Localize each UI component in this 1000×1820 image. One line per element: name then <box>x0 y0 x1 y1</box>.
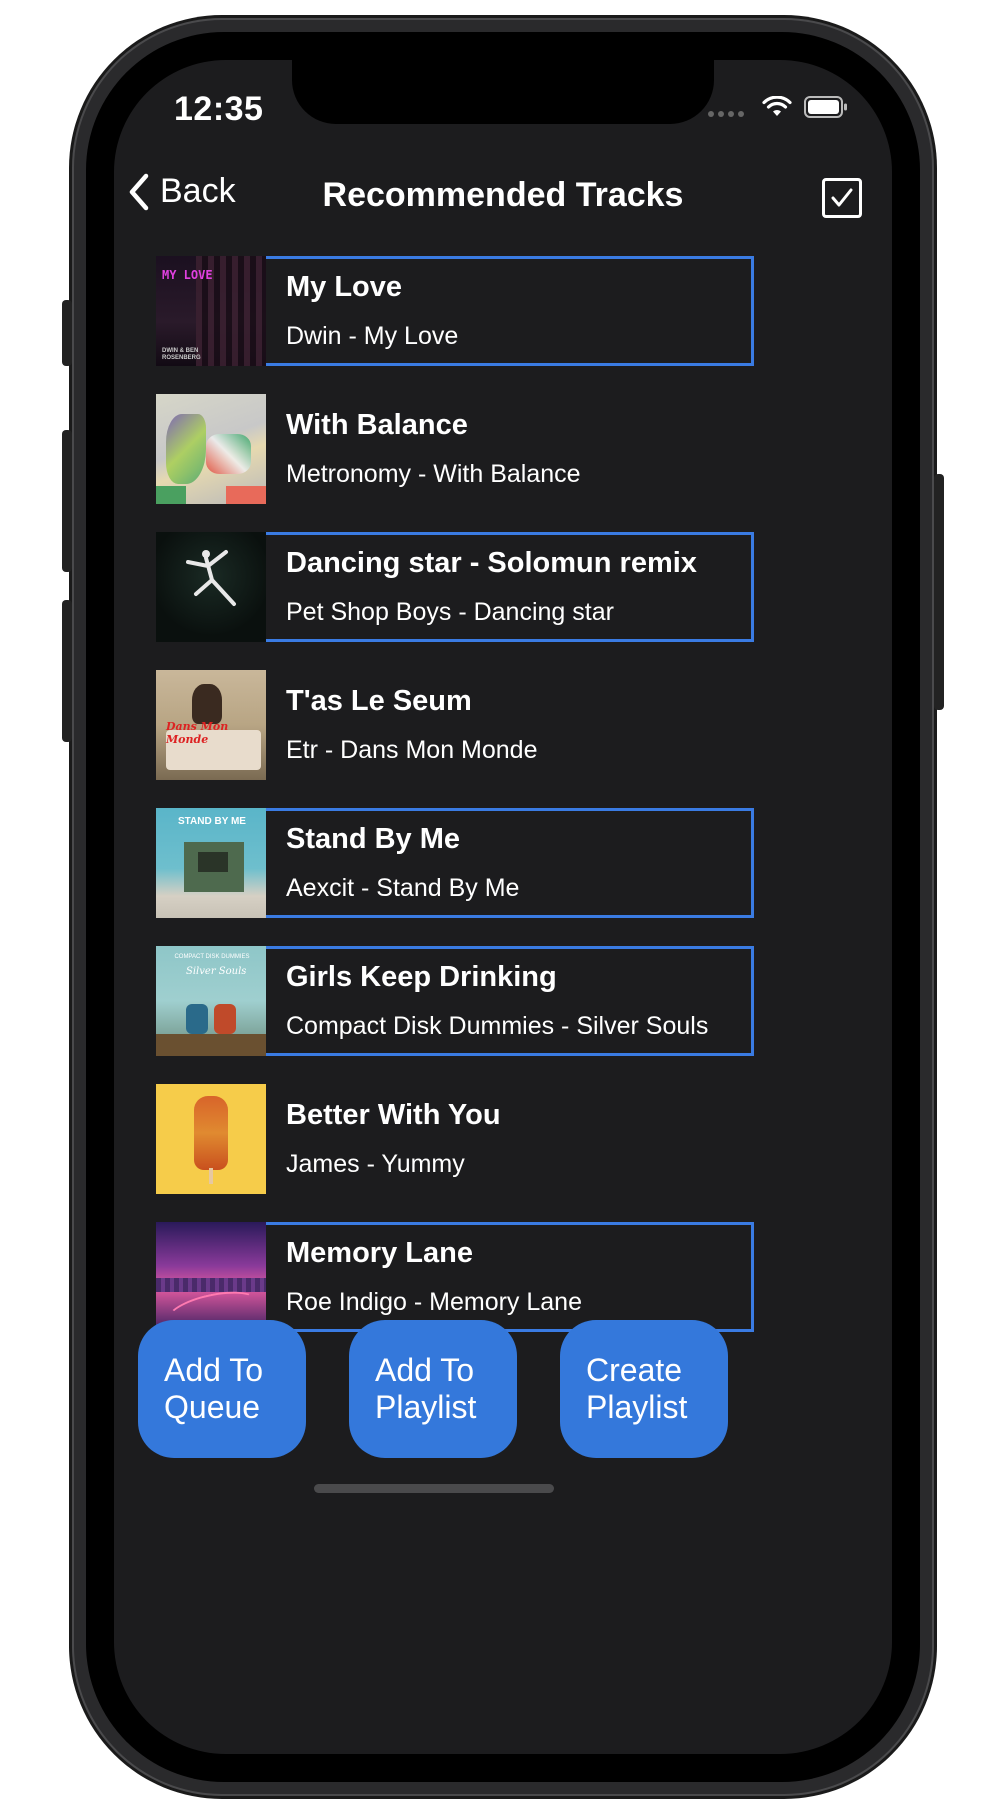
track-title: With Balance <box>286 409 468 441</box>
add-to-queue-button[interactable]: Add To Queue <box>138 1320 306 1458</box>
select-all-checkbox[interactable] <box>822 178 862 218</box>
track-row[interactable]: MY LOVE DWIN & BEN ROSENBERG My Love Dwi… <box>156 256 754 366</box>
track-row[interactable]: Dancing star - Solomun remix Pet Shop Bo… <box>156 532 754 642</box>
track-title: Better With You <box>286 1099 501 1131</box>
track-title: T'as Le Seum <box>286 685 472 717</box>
status-icons <box>708 96 848 118</box>
album-art-dancing-star <box>156 532 266 642</box>
track-title: Dancing star - Solomun remix <box>286 547 697 579</box>
page-title: Recommended Tracks <box>322 176 684 214</box>
notch <box>292 60 714 124</box>
wifi-icon <box>762 96 792 116</box>
album-art-my-love: MY LOVE DWIN & BEN ROSENBERG <box>156 256 266 366</box>
home-indicator[interactable] <box>314 1484 554 1493</box>
track-row[interactable]: Better With You James - Yummy <box>156 1084 754 1194</box>
track-title: Girls Keep Drinking <box>286 961 557 993</box>
volume-up-button <box>62 430 72 572</box>
album-art-memory-lane <box>156 1222 266 1332</box>
signal-icon <box>708 111 744 117</box>
add-to-playlist-button[interactable]: Add To Playlist <box>349 1320 517 1458</box>
create-playlist-button[interactable]: Create Playlist <box>560 1320 728 1458</box>
volume-down-button <box>62 600 72 742</box>
album-art-text: MY LOVE <box>162 268 213 282</box>
album-art-caption: DWIN & BEN ROSENBERG <box>162 348 201 361</box>
power-button <box>934 474 944 710</box>
track-title: Stand By Me <box>286 823 461 855</box>
track-list: MY LOVE DWIN & BEN ROSENBERG My Love Dwi… <box>156 256 754 1360</box>
track-artist-album: Compact Disk Dummies - Silver Souls <box>286 1012 709 1040</box>
app-screen: 12:35 Back Recommended Tracks MY LOVE DW… <box>114 60 892 1754</box>
status-time: 12:35 <box>174 90 264 128</box>
track-artist-album: Metronomy - With Balance <box>286 460 581 488</box>
album-art-stand-by-me: STAND BY ME <box>156 808 266 918</box>
track-title: Memory Lane <box>286 1237 473 1269</box>
track-row[interactable]: Dans Mon Monde T'as Le Seum Etr - Dans M… <box>156 670 754 780</box>
album-art-with-balance <box>156 394 266 504</box>
track-artist-album: Roe Indigo - Memory Lane <box>286 1288 582 1316</box>
track-title: My Love <box>286 271 403 303</box>
album-art-text: STAND BY ME <box>178 816 246 827</box>
track-artist-album: Pet Shop Boys - Dancing star <box>286 598 614 626</box>
track-row[interactable]: COMPACT DISK DUMMIES Silver Souls Girls … <box>156 946 754 1056</box>
album-art-text: COMPACT DISK DUMMIES <box>174 954 250 960</box>
mute-switch <box>62 300 72 366</box>
track-artist-album: Etr - Dans Mon Monde <box>286 736 538 764</box>
action-bar: Add To Queue Add To Playlist Create Play… <box>138 1320 728 1458</box>
album-art-silver-souls: COMPACT DISK DUMMIES Silver Souls <box>156 946 266 1056</box>
checkmark-icon <box>831 188 853 207</box>
album-art-caption: Silver Souls <box>186 966 247 977</box>
track-artist-album: Aexcit - Stand By Me <box>286 874 520 902</box>
album-art-text: Dans Mon Monde <box>166 720 229 746</box>
track-artist-album: Dwin - My Love <box>286 322 459 350</box>
album-art-dans-mon-monde: Dans Mon Monde <box>156 670 266 780</box>
battery-icon <box>804 96 847 118</box>
track-row[interactable]: Memory Lane Roe Indigo - Memory Lane <box>156 1222 754 1332</box>
track-row[interactable]: STAND BY ME Stand By Me Aexcit - Stand B… <box>156 808 754 918</box>
track-row[interactable]: With Balance Metronomy - With Balance <box>156 394 754 504</box>
album-art-yummy <box>156 1084 266 1194</box>
track-artist-album: James - Yummy <box>286 1150 465 1178</box>
